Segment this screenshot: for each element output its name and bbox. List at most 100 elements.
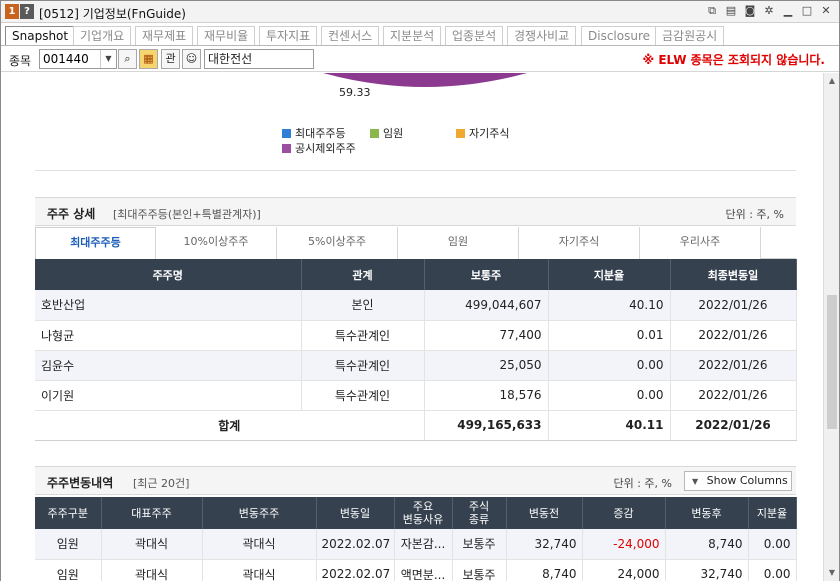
total-label: 합계 [35,410,425,441]
show-columns-button[interactable]: ▼ Show Columns [684,471,792,491]
tab-snapshot[interactable]: Snapshot [5,26,76,45]
scroll-down-icon[interactable]: ▼ [824,565,840,581]
scroll-up-icon[interactable]: ▲ [824,73,840,89]
shares-change: -24,000 [582,529,666,560]
tab-investment-indicators[interactable]: 투자지표 [259,26,318,45]
pie-slice-bottom [323,73,527,87]
column-header[interactable]: 보통주 [424,259,549,290]
shares-change: 24,000 [582,559,666,581]
tab-disclosure[interactable]: Disclosure [581,26,658,45]
subtab-10pct-shareholders[interactable]: 10%이상주주 [156,227,277,259]
tab-shareholding-analysis[interactable]: 지분분석 [383,26,442,45]
ownership-ratio: 0.00 [548,350,671,381]
legend-item: 공시제외주주 [282,140,356,156]
table-row[interactable]: 김윤수 특수관계인 25,050 0.00 2022/01/26 [35,350,797,381]
column-header[interactable]: 증감 [582,497,666,529]
column-header[interactable]: 주식 종류 [452,497,507,529]
column-header[interactable]: 주요 변동사유 [394,497,453,529]
column-header[interactable]: 변동일 [316,497,395,529]
content-area: 59.33 최대주주등 임원 자기주식 공시제외주주 주주 상세 [최대주주등(… [1,73,823,581]
main-tab-bar: Snapshot 기업개요 재무제표 재무비율 투자지표 컨센서스 지분분석 업… [1,24,839,46]
ownership-ratio: 40.10 [548,290,671,321]
search-icon[interactable]: ⌕ [118,49,137,69]
subtab-treasury-stock[interactable]: 자기주식 [519,227,640,259]
table-row[interactable]: 이기원 특수관계인 18,576 0.00 2022/01/26 [35,380,797,411]
column-header[interactable]: 변동후 [665,497,749,529]
vertical-scrollbar[interactable]: ▲ ▼ [823,73,839,581]
shareholder-name: 김윤수 [35,350,302,381]
table-row[interactable]: 나형균 특수관계인 77,400 0.01 2022/01/26 [35,320,797,351]
legend-swatch [456,129,465,138]
tab-consensus[interactable]: 컨센서스 [321,26,380,45]
link-icon[interactable]: ⧉ [705,4,719,18]
total-date: 2022/01/26 [670,410,797,441]
tab-peer-comparison[interactable]: 경쟁사비교 [507,26,577,45]
ownership-ratio: 0.00 [748,559,797,581]
column-header[interactable]: 변동주주 [202,497,317,529]
legend-swatch [370,129,379,138]
column-header[interactable]: 변동전 [506,497,583,529]
shareholder-change-table: 주주구분 대표주주 변동주주 변동일 주요 변동사유 주식 종류 변동전 증감 … [35,497,797,581]
stock-type: 보통주 [452,529,507,560]
document-icon[interactable]: ▤ [724,4,738,18]
tab-company-overview[interactable]: 기업개요 [73,26,132,45]
favorites-icon[interactable]: ▦ [139,49,158,69]
tab-financial-ratios[interactable]: 재무비율 [197,26,256,45]
subtab-5pct-shareholders[interactable]: 5%이상주주 [277,227,398,259]
ownership-ratio: 0.00 [548,380,671,411]
stock-code-combo[interactable]: ▼ [39,49,117,69]
relation: 특수관계인 [301,320,425,351]
chevron-down-icon[interactable]: ▼ [100,50,116,68]
subtab-largest-shareholders[interactable]: 최대주주등 [35,227,156,259]
table-row[interactable]: 임원 곽대식 곽대식 2022.02.07 액면분... 보통주 8,740 2… [35,559,797,581]
change-date: 2022.02.07 [316,559,395,581]
window-number-badge[interactable]: 1 [5,4,19,19]
column-header[interactable]: 관계 [301,259,425,290]
relation: 본인 [301,290,425,321]
stock-name-field[interactable]: 대한전선 [204,49,314,69]
subtab-executives[interactable]: 임원 [398,227,519,259]
change-date: 2022.02.07 [316,529,395,560]
app-window: 1 ? [0512] 기업정보(FnGuide) ⧉ ▤ ◙ ✲ ▁ □ ✕ S… [0,0,840,581]
subtab-employee-stock[interactable]: 우리사주 [640,227,761,259]
chevron-down-icon: ▼ [692,477,699,486]
stock-code-input[interactable] [40,50,100,68]
table-row[interactable]: 임원 곽대식 곽대식 2022.02.07 자본감... 보통주 32,740 … [35,529,797,560]
help-icon[interactable]: ? [20,4,34,19]
tab-financial-statements[interactable]: 재무제표 [135,26,194,45]
changed-holder: 곽대식 [202,559,317,581]
change-reason: 액면분... [394,559,453,581]
minimize-icon[interactable]: ▁ [781,4,795,18]
camera-icon[interactable]: ◙ [743,4,757,18]
shares-before: 8,740 [506,559,583,581]
stock-label: 종목 [9,54,32,68]
elw-warning: ※ ELW 종목은 조회되지 않습니다. [642,53,825,67]
last-change-date: 2022/01/26 [670,350,797,381]
show-columns-label: Show Columns [706,474,788,487]
stock-type: 보통주 [452,559,507,581]
maximize-icon[interactable]: □ [800,4,814,18]
last-change-date: 2022/01/26 [670,320,797,351]
column-header[interactable]: 주주명 [35,259,302,290]
unit-label: 단위 : 주, % [613,477,672,490]
close-icon[interactable]: ✕ [819,4,833,18]
common-shares: 77,400 [424,320,549,351]
legend-item: 임원 [370,125,403,141]
holder-type: 임원 [35,559,102,581]
gwan-button[interactable]: 관 [161,49,180,69]
pie-value-label: 59.33 [339,86,371,99]
shareholder-change-header: 주주변동내역 [최근 20건] 단위 : 주, % ▼ Show Columns [35,466,796,495]
column-header[interactable]: 지분율 [748,497,797,529]
tab-fss-disclosure[interactable]: 금감원공시 [655,26,725,45]
shareholder-name: 나형균 [35,320,302,351]
column-header[interactable]: 지분율 [548,259,671,290]
column-header[interactable]: 대표주주 [101,497,203,529]
table-row[interactable]: 호반산업 본인 499,044,607 40.10 2022/01/26 [35,290,797,321]
scroll-thumb[interactable] [827,295,837,429]
representative-holder: 곽대식 [101,559,203,581]
person-icon[interactable]: ☺ [182,49,201,69]
tab-industry-analysis[interactable]: 업종분석 [445,26,504,45]
column-header[interactable]: 주주구분 [35,497,102,529]
column-header[interactable]: 최종변동일 [670,259,797,290]
gear-icon[interactable]: ✲ [762,4,776,18]
